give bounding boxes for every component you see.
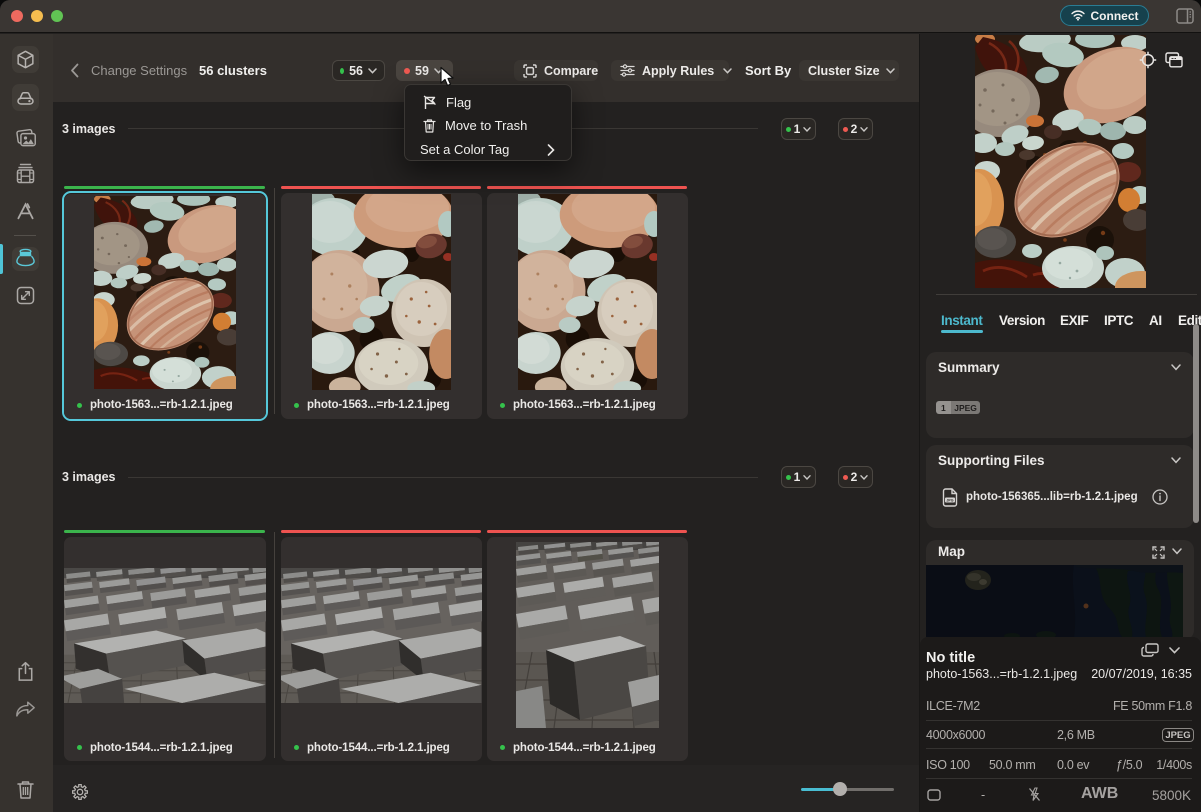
svg-text:JPG: JPG [946,499,953,503]
